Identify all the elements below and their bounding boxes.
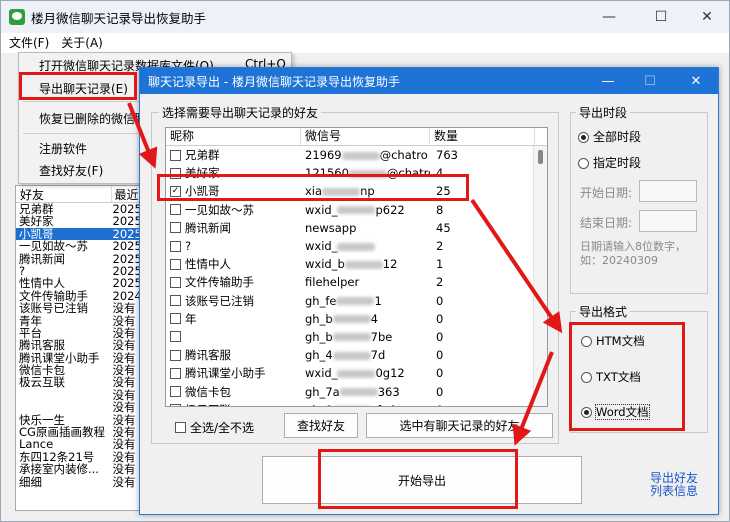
arrow-to-start <box>512 351 554 446</box>
arrow-to-friend <box>127 102 158 169</box>
annotation-arrows <box>127 102 563 446</box>
arrow-to-format <box>470 198 563 334</box>
